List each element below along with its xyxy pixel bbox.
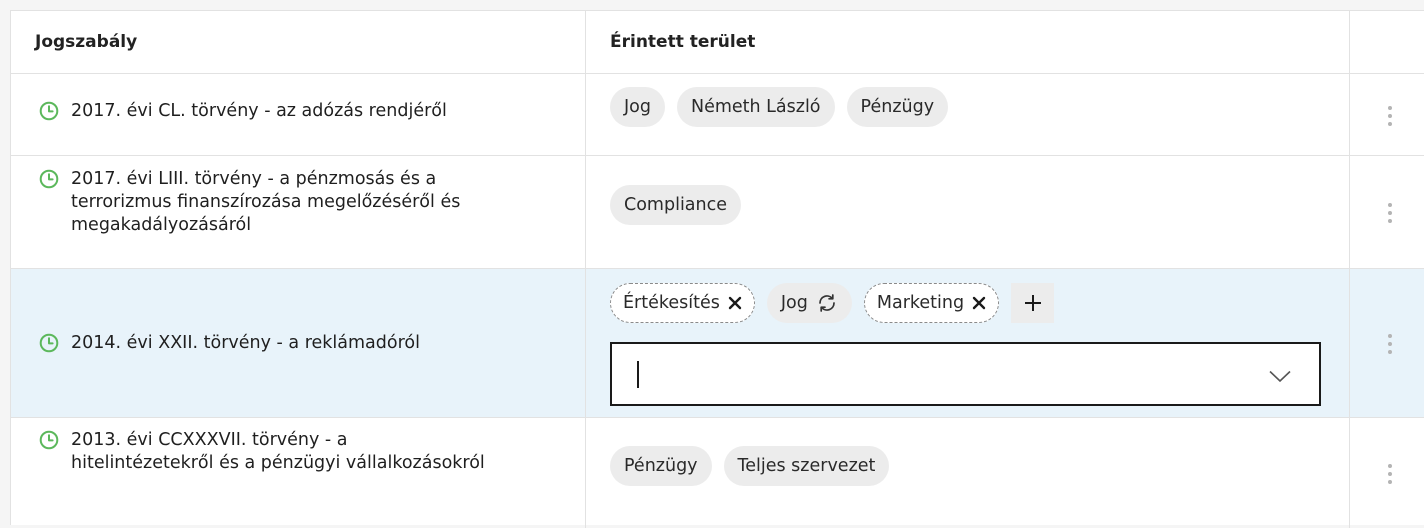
header-area-label: Érintett terület	[610, 32, 756, 52]
actions-cell	[1350, 269, 1424, 417]
area-cell[interactable]: Pénzügy Teljes szervezet	[586, 418, 1350, 528]
regulations-table: Jogszabály Érintett terület 2017. évi CL…	[10, 10, 1424, 528]
remove-icon[interactable]	[972, 296, 986, 310]
tag-chip[interactable]: Németh László	[676, 87, 835, 127]
remove-icon[interactable]	[728, 296, 742, 310]
header-actions-cell	[1350, 11, 1424, 73]
actions-cell	[1350, 156, 1424, 268]
law-entry: 2013. évi CCXXXVII. törvény - a hitelint…	[39, 429, 489, 475]
law-cell: 2017. évi LIII. törvény - a pénzmosás és…	[11, 156, 586, 268]
actions-cell	[1350, 74, 1424, 155]
tag-chip[interactable]: Compliance	[610, 185, 742, 225]
law-title[interactable]: 2014. évi XXII. törvény - a reklámadóról	[71, 332, 420, 355]
clock-icon	[39, 430, 59, 450]
plus-icon	[1024, 295, 1041, 311]
table-header: Jogszabály Érintett terület	[11, 11, 1424, 74]
law-title[interactable]: 2017. évi CL. törvény - az adózás rendjé…	[71, 100, 447, 123]
law-entry: 2014. évi XXII. törvény - a reklámadóról	[39, 332, 420, 355]
tag-chip[interactable]: Pénzügy	[846, 87, 949, 127]
law-cell: 2013. évi CCXXXVII. törvény - a hitelint…	[11, 418, 586, 528]
actions-cell	[1350, 418, 1424, 528]
tag-chip-removable[interactable]: Értékesítés	[610, 283, 755, 323]
table-row[interactable]: 2017. évi LIII. törvény - a pénzmosás és…	[11, 156, 1424, 269]
area-cell[interactable]: Compliance	[586, 156, 1350, 268]
table-row[interactable]: 2017. évi CL. törvény - az adózás rendjé…	[11, 74, 1424, 156]
header-law-cell[interactable]: Jogszabály	[11, 11, 586, 73]
header-law-label: Jogszabály	[35, 32, 138, 52]
clock-icon	[39, 333, 59, 353]
tag-list: Compliance	[610, 185, 753, 225]
more-options-icon[interactable]	[1387, 203, 1393, 223]
clock-icon	[39, 101, 59, 121]
tag-label: Marketing	[876, 293, 965, 313]
tag-chip-removed[interactable]: Jog	[766, 283, 852, 323]
tag-chip[interactable]: Teljes szervezet	[723, 446, 890, 486]
tag-search-input[interactable]	[612, 344, 1252, 404]
tag-combobox[interactable]	[610, 342, 1321, 406]
add-tag-button[interactable]	[1011, 283, 1055, 323]
tag-label: Jog	[780, 293, 808, 313]
tag-chip-removable[interactable]: Marketing	[863, 283, 1000, 323]
law-entry: 2017. évi LIII. törvény - a pénzmosás és…	[39, 168, 539, 237]
tag-label: Értékesítés	[623, 293, 720, 313]
area-cell[interactable]: Jog Németh László Pénzügy	[586, 74, 1350, 155]
tag-list: Értékesítés Jog Marketing	[610, 283, 1055, 323]
chevron-down-icon[interactable]	[1269, 368, 1291, 387]
area-cell[interactable]: Értékesítés Jog Marketing	[586, 269, 1350, 417]
more-options-icon[interactable]	[1387, 464, 1393, 484]
tag-chip[interactable]: Jog	[610, 87, 665, 127]
law-entry: 2017. évi CL. törvény - az adózás rendjé…	[39, 100, 447, 123]
law-cell: 2014. évi XXII. törvény - a reklámadóról	[11, 269, 586, 417]
law-title[interactable]: 2017. évi LIII. törvény - a pénzmosás és…	[71, 168, 539, 237]
text-cursor	[637, 361, 639, 388]
table-row-editing[interactable]: 2014. évi XXII. törvény - a reklámadóról…	[11, 269, 1424, 418]
table-row[interactable]: 2013. évi CCXXXVII. törvény - a hitelint…	[11, 418, 1424, 528]
law-cell: 2017. évi CL. törvény - az adózás rendjé…	[11, 74, 586, 155]
clock-icon	[39, 169, 59, 189]
tag-list: Pénzügy Teljes szervezet	[610, 446, 901, 486]
header-area-cell[interactable]: Érintett terület	[586, 11, 1350, 73]
restore-icon[interactable]	[816, 293, 838, 313]
tag-chip[interactable]: Pénzügy	[610, 446, 712, 486]
tag-list: Jog Németh László Pénzügy	[610, 87, 960, 127]
more-options-icon[interactable]	[1387, 106, 1393, 126]
law-title[interactable]: 2013. évi CCXXXVII. törvény - a hitelint…	[71, 429, 489, 475]
more-options-icon[interactable]	[1387, 334, 1393, 354]
